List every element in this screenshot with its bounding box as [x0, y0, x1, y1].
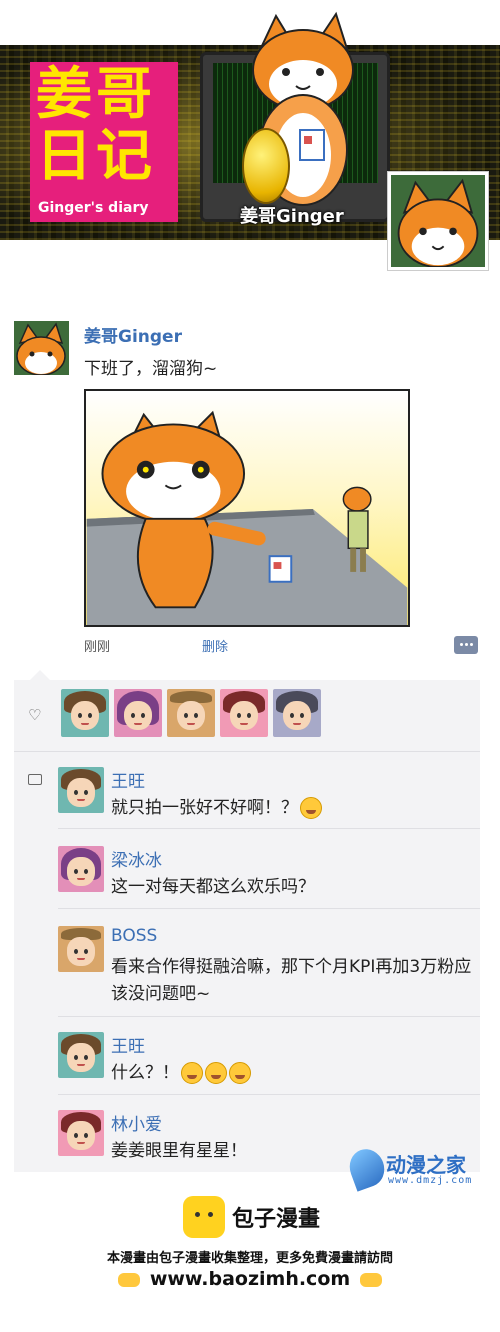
commenter-avatar[interactable]: [58, 846, 104, 892]
commenter-name[interactable]: 王旺: [111, 767, 145, 792]
pointing-hand-icon: [360, 1272, 383, 1287]
comment-menu-button[interactable]: [454, 636, 478, 654]
comment-item: 梁冰冰 这一对每天都这么欢乐吗？: [58, 846, 478, 897]
cat-avatar-icon: [397, 178, 479, 267]
laughing-emoji-icon: [205, 1062, 227, 1084]
commenter-avatar[interactable]: [58, 926, 104, 972]
post-text: 下班了，溜溜狗~: [84, 359, 218, 379]
gold-coin-illustration: [242, 128, 290, 204]
commenter-avatar[interactable]: [58, 767, 104, 813]
comment-item: 王旺 什么？！: [58, 1032, 478, 1084]
comment-divider: [58, 908, 480, 909]
panel-caret: [30, 670, 50, 680]
likes-divider: [14, 751, 480, 752]
watermark-name: 动漫之家: [386, 1153, 466, 1177]
footer-url[interactable]: www.baozimh.com: [0, 1268, 500, 1290]
comment-icon: [28, 774, 42, 785]
likes-avatar-row: [61, 689, 321, 737]
like-avatar-liangbingbing[interactable]: [114, 689, 162, 737]
comment-text: 就只拍一张好不好啊！？: [111, 795, 477, 822]
laughing-emoji-icon: [181, 1062, 203, 1084]
heart-icon: ♡: [28, 706, 42, 724]
cat-avatar-icon: [16, 322, 66, 375]
commenter-name[interactable]: BOSS: [111, 926, 157, 946]
comment-item: 王旺 就只拍一张好不好啊！？: [58, 767, 478, 819]
dmzj-watermark: 动漫之家 www.dmzj.com: [344, 1144, 486, 1193]
like-avatar-grandma[interactable]: [273, 689, 321, 737]
banner-name-label: 姜哥Ginger: [240, 206, 344, 227]
footer-title: 包子漫畫: [232, 1207, 321, 1232]
pointing-hand-icon: [117, 1272, 140, 1287]
comment-divider: [58, 1016, 480, 1017]
post-author-avatar[interactable]: [14, 321, 69, 375]
comment-text: 什么？！: [111, 1060, 477, 1087]
profile-avatar[interactable]: [388, 172, 488, 270]
comment-text: 看来合作得挺融洽嘛，那下个月KPI再加3万粉应该没问题吧~: [111, 957, 472, 1004]
post-timestamp: 刚刚: [84, 640, 111, 655]
watermark-url: www.dmzj.com: [388, 1175, 473, 1186]
logo-title: 姜哥日记: [36, 62, 156, 189]
header-banner: 姜哥日记 Ginger's diary 姜哥Ginger: [0, 0, 500, 275]
like-avatar-wangwang[interactable]: [61, 689, 109, 737]
dmzj-logo-icon: [344, 1144, 390, 1192]
commenter-avatar[interactable]: [58, 1032, 104, 1078]
crying-emoji-icon: [300, 797, 322, 819]
like-avatar-boss[interactable]: [167, 689, 215, 737]
comment-divider: [58, 828, 480, 829]
logo-subtitle: Ginger's diary: [38, 200, 149, 216]
commenter-name[interactable]: 林小爱: [111, 1110, 162, 1135]
comment-item: BOSS 看来合作得挺融洽嘛，那下个月KPI再加3万粉应该没问题吧~: [58, 926, 478, 1006]
laughing-emoji-icon: [229, 1062, 251, 1084]
diary-logo: 姜哥日记 Ginger's diary: [30, 62, 178, 222]
commenter-avatar[interactable]: [58, 1110, 104, 1156]
comment-divider: [58, 1094, 480, 1095]
post-comic-image[interactable]: [84, 389, 410, 627]
like-avatar-linxiaoai[interactable]: [220, 689, 268, 737]
commenter-name[interactable]: 王旺: [111, 1032, 145, 1057]
delete-post-link[interactable]: 删除: [202, 636, 228, 655]
footer-note: 本漫畫由包子漫畫收集整理，更多免費漫畫請訪問: [106, 1251, 393, 1266]
post-author-name[interactable]: 姜哥Ginger: [84, 322, 182, 347]
comment-text: 这一对每天都这么欢乐吗？: [111, 877, 315, 897]
commenter-name[interactable]: 梁冰冰: [111, 846, 162, 871]
baozi-logo-icon: [183, 1196, 225, 1238]
comic-illustration: [86, 410, 408, 625]
